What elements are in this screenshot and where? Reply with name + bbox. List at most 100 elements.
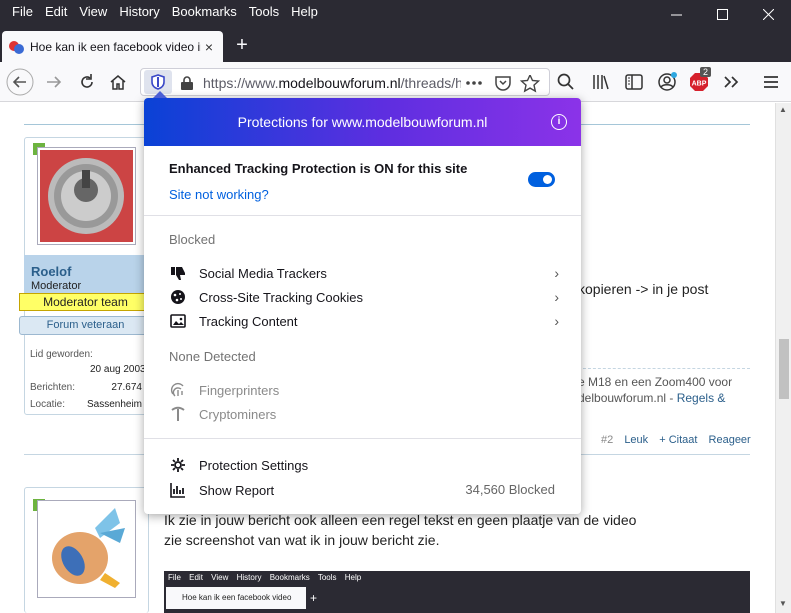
tab-active[interactable]: Hoe kan ik een facebook video in de post… (2, 31, 223, 62)
menu-file[interactable]: File (6, 4, 39, 20)
overflow-menu-button[interactable] (717, 68, 745, 96)
cross-site-cookies-row[interactable]: Cross-Site Tracking Cookies › (169, 286, 559, 308)
maximize-button[interactable] (699, 0, 745, 29)
tab-bar: Hoe kan ik een facebook video in de post… (0, 29, 791, 62)
stat-joined-value: 20 aug 2003 (90, 364, 146, 375)
stat-posts-label: Berichten: (30, 382, 76, 393)
tracking-content-row[interactable]: Tracking Content › (169, 310, 559, 332)
social-media-trackers-row[interactable]: Social Media Trackers › (169, 262, 559, 284)
minimize-icon (670, 14, 682, 16)
chevron-right-icon: › (554, 313, 559, 329)
like-link[interactable]: Leuk (624, 434, 648, 446)
menu-bar: File Edit View History Bookmarks Tools H… (6, 4, 324, 20)
menu-view[interactable]: View (73, 4, 113, 20)
home-icon (110, 75, 126, 90)
info-icon[interactable]: i (551, 114, 567, 130)
home-button[interactable] (104, 68, 132, 96)
quote-link[interactable]: + Citaat (659, 434, 697, 446)
url-text[interactable]: https://www.modelbouwforum.nl/threads/ho… (203, 75, 461, 91)
scroll-down-icon[interactable]: ▼ (779, 599, 787, 608)
protection-settings-row[interactable]: Protection Settings (169, 454, 559, 476)
new-tab-button[interactable]: + (232, 34, 252, 56)
embedded-menu-file: File (168, 573, 181, 582)
reload-button[interactable] (73, 68, 101, 96)
adblock-count-badge: 2 (700, 67, 712, 77)
post-2-line-1: Ik zie in jouw bericht ook alleen een re… (164, 512, 637, 528)
gear-icon (169, 456, 187, 474)
scrollbar[interactable]: ▲ ▼ (775, 103, 791, 613)
maximize-icon (716, 9, 728, 20)
etp-toggle-switch[interactable] (528, 172, 555, 187)
panel-divider-2 (144, 438, 581, 439)
protections-panel: Protections for www.modelbouwforum.nl i … (144, 91, 581, 514)
embedded-menu-help: Help (344, 573, 362, 582)
reply-link[interactable]: Reageer (709, 434, 751, 446)
fingerprint-icon (169, 381, 187, 399)
menu-history[interactable]: History (113, 4, 165, 20)
page-actions (465, 73, 555, 96)
reload-icon (81, 74, 93, 88)
library-icon (593, 75, 609, 90)
back-button[interactable] (6, 68, 34, 96)
embedded-menu-history: History (236, 573, 262, 582)
signature-line-1: e M18 en een Zoom400 voor (578, 375, 733, 389)
url-prefix: https://www. (203, 75, 279, 91)
account-button[interactable] (653, 68, 681, 96)
none-detected-heading: None Detected (169, 349, 256, 364)
menu-bookmarks[interactable]: Bookmarks (166, 4, 243, 20)
user-role: Moderator (31, 280, 82, 292)
etp-status-title: Enhanced Tracking Protection is ON for t… (169, 161, 468, 176)
scroll-thumb[interactable] (779, 339, 789, 399)
hamburger-menu-button[interactable] (757, 68, 785, 96)
embedded-menu-bookmarks: Bookmarks (269, 573, 310, 582)
embedded-new-tab: + (310, 591, 318, 605)
signature-line-2: delbouwforum.nl - Regels & (578, 391, 725, 405)
engine-avatar-image (40, 150, 133, 242)
stat-location-row: Locatie: Sassenheim (30, 399, 142, 410)
account-icon (658, 72, 677, 91)
post-text-fragment: kopieren -> in je post (578, 281, 709, 297)
image-icon (169, 312, 187, 330)
scroll-up-icon[interactable]: ▲ (779, 105, 787, 114)
site-not-working-link[interactable]: Site not working? (169, 187, 269, 202)
avatar[interactable] (37, 147, 136, 245)
embedded-menu-edit: Edit (189, 573, 203, 582)
signature-divider (578, 368, 750, 369)
menu-help[interactable]: Help (285, 4, 324, 20)
stat-posts-row: Berichten: 27.674 (30, 382, 142, 393)
panel-divider (144, 215, 581, 216)
minimize-button[interactable] (653, 0, 699, 29)
row-label: Cross-Site Tracking Cookies (199, 289, 363, 305)
embedded-screenshot[interactable]: File Edit View History Bookmarks Tools H… (164, 571, 750, 613)
blocked-heading: Blocked (169, 232, 216, 247)
sidebar-button[interactable] (620, 68, 648, 96)
signature-domain: delbouwforum.nl - (578, 391, 677, 405)
username-link[interactable]: Roelof (31, 264, 71, 279)
tab-title: Hoe kan ik een facebook video in de post… (30, 39, 201, 54)
chevron-right-icon: › (554, 289, 559, 305)
forward-button[interactable] (40, 68, 68, 96)
sidebar-icon (625, 74, 643, 90)
signature-rules-link[interactable]: Regels & (677, 391, 726, 405)
lock-icon[interactable] (180, 75, 194, 91)
post-number[interactable]: #2 (601, 434, 613, 446)
avatar-2[interactable] (37, 500, 136, 598)
navigation-bar: https://www.modelbouwforum.nl/threads/ho… (0, 62, 791, 102)
fingerprinters-row: Fingerprinters (169, 379, 559, 401)
bird-avatar-image (40, 503, 133, 595)
menu-edit[interactable]: Edit (39, 4, 73, 20)
embedded-menu-tools: Tools (317, 573, 337, 582)
cookie-icon (169, 288, 187, 306)
library-button[interactable] (587, 68, 615, 96)
url-suffix: /threads/hoe-kan-ik (400, 75, 461, 91)
tab-close-icon[interactable]: × (201, 39, 217, 55)
row-label: Social Media Trackers (199, 265, 327, 281)
bookmark-star-icon (519, 73, 541, 93)
menu-tools[interactable]: Tools (243, 4, 285, 20)
row-label: Protection Settings (199, 457, 309, 473)
close-window-button[interactable] (745, 0, 791, 29)
post-actions: #2 Leuk + Citaat Reageer (601, 434, 751, 446)
embedded-menu-view: View (211, 573, 229, 582)
search-button[interactable] (552, 68, 580, 96)
post-2-line-2: zie screenshot van wat ik in jouw berich… (164, 532, 440, 548)
